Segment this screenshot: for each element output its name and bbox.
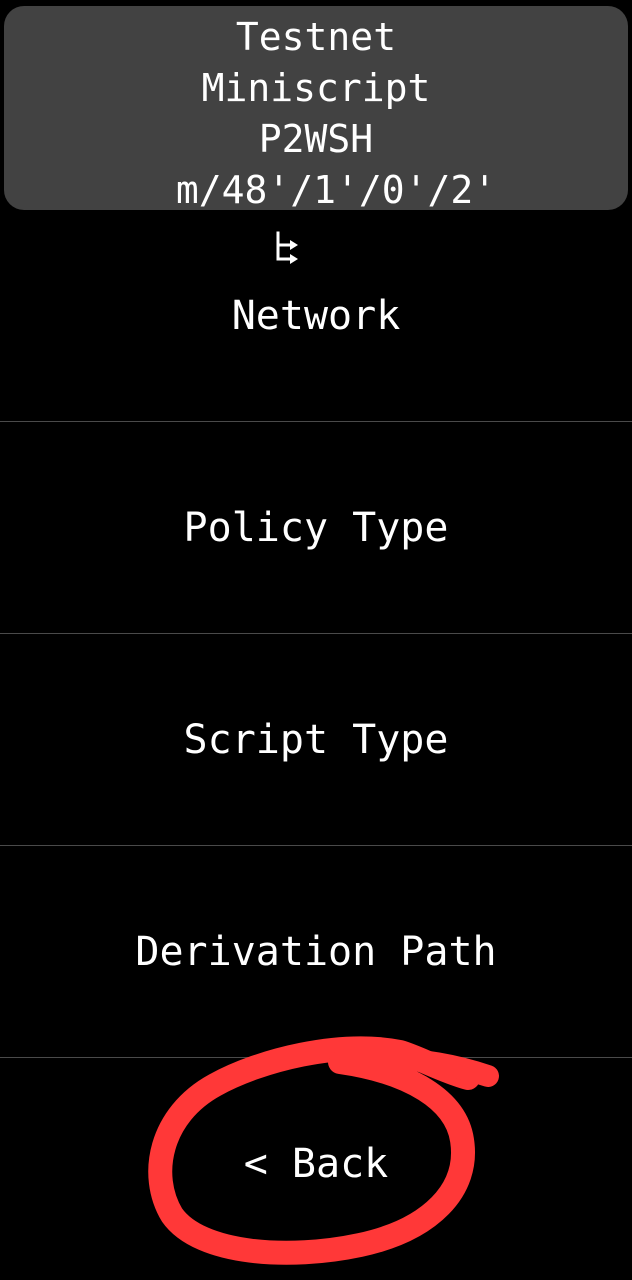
policy-type-value: Miniscript xyxy=(201,66,431,110)
menu-item-network[interactable]: Network xyxy=(0,210,632,422)
menu-item-script-type[interactable]: Script Type xyxy=(0,634,632,846)
menu-item-policy-type[interactable]: Policy Type xyxy=(0,422,632,634)
derivation-path-value: m/48'/1'/0'/2' xyxy=(175,168,497,212)
derivation-path-icon xyxy=(136,175,299,264)
derivation-path-row: m/48'/1'/0'/2' xyxy=(4,165,628,264)
network-value: Testnet xyxy=(235,15,397,59)
wallet-info-header: Testnet Miniscript P2WSH m/48'/1'/0'/2' xyxy=(4,6,628,264)
back-button[interactable]: < Back xyxy=(0,1058,632,1270)
menu-item-derivation-path[interactable]: Derivation Path xyxy=(0,846,632,1058)
settings-menu: Network Policy Type Script Type Derivati… xyxy=(0,210,632,1270)
script-type-value: P2WSH xyxy=(258,117,374,161)
